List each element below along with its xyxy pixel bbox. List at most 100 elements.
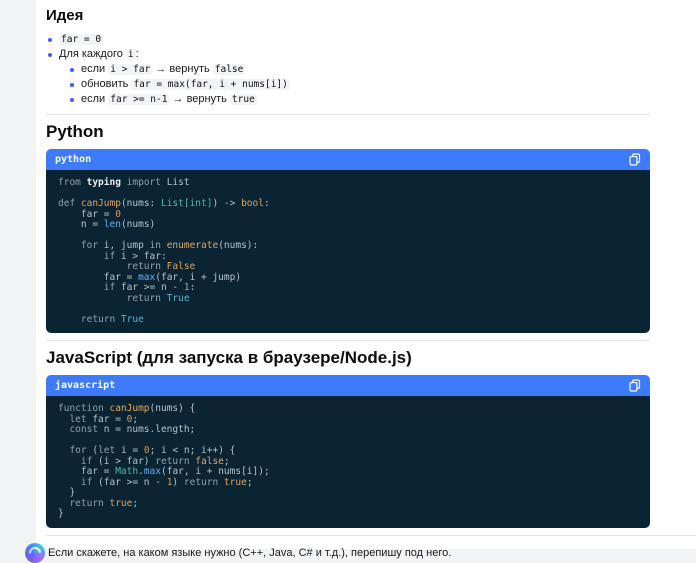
code-token: far >= n -	[121, 282, 184, 293]
code-token: for	[58, 240, 104, 251]
code-token: if	[58, 282, 121, 293]
code-line: return True	[58, 294, 638, 305]
code-token: function	[58, 403, 109, 414]
code-token: typing	[87, 177, 121, 188]
code-language-label: python	[55, 154, 91, 165]
divider	[46, 114, 650, 115]
code-line: n = len(nums)	[58, 220, 638, 231]
copy-icon[interactable]	[629, 379, 641, 392]
code-token: )	[172, 477, 183, 488]
chat-page: Идея far = 0Для каждого i:если i > far →…	[0, 0, 696, 549]
copy-icon-glyph	[629, 153, 641, 166]
code-token: (far, i + jump)	[155, 272, 241, 283]
javascript-heading: JavaScript (для запуска в браузере/Node.…	[46, 348, 650, 368]
code-token: False	[167, 261, 196, 272]
idea-heading: Идея	[46, 7, 650, 24]
code-token: (nums)	[121, 219, 155, 230]
code-token: return	[58, 261, 167, 272]
bullet-text: → вернуть	[169, 93, 229, 105]
code-token: in	[150, 240, 167, 251]
code-token: import	[121, 177, 167, 188]
code-token: let	[98, 445, 121, 456]
code-line: }	[58, 488, 638, 499]
idea-bullet: если far >= n-1 → вернуть true	[68, 92, 650, 107]
bullet-text: Для каждого	[59, 48, 126, 60]
code-token: if	[58, 456, 98, 467]
inline-code: far = 0	[59, 34, 103, 45]
code-token: (nums:	[121, 198, 161, 209]
code-line: }	[58, 509, 638, 520]
python-code: from typing import List def canJump(nums…	[46, 170, 650, 333]
bullet-text: :	[136, 48, 139, 60]
code-token: (nums):	[218, 240, 258, 251]
code-line: const n = nums.length;	[58, 425, 638, 436]
inline-code: false	[213, 64, 246, 75]
code-token: if	[58, 251, 121, 262]
code-token: i, jump	[104, 240, 150, 251]
code-token: let	[58, 414, 92, 425]
code-token: ;	[247, 477, 253, 488]
code-token: return	[58, 498, 109, 509]
assistant-avatar-icon	[25, 543, 45, 563]
code-line: if (far >= n - 1) return true;	[58, 478, 638, 489]
left-gutter	[0, 0, 36, 549]
code-token: def	[58, 198, 81, 209]
code-token: canJump	[109, 403, 149, 414]
code-token: n = nums.length;	[104, 424, 196, 435]
copy-icon[interactable]	[629, 153, 641, 166]
inline-code: far = max(far, i + nums[i])	[131, 79, 289, 90]
code-token: true	[109, 498, 132, 509]
code-token: max	[138, 272, 155, 283]
code-token: ; i < n; i++) {	[150, 445, 236, 456]
code-token: from	[58, 177, 87, 188]
code-token: canJump	[81, 198, 121, 209]
code-token: enumerate	[167, 240, 218, 251]
code-token: return	[155, 456, 195, 467]
code-token: List	[167, 177, 190, 188]
code-token: :	[190, 282, 196, 293]
code-token: return	[184, 477, 224, 488]
code-token: (i > far)	[98, 456, 155, 467]
python-code-header: python	[46, 149, 650, 170]
code-token: const	[58, 424, 104, 435]
code-token: len	[104, 219, 121, 230]
code-token: Math	[115, 466, 138, 477]
idea-bullet: Для каждого i:	[46, 47, 650, 62]
javascript-code: function canJump(nums) { let far = 0; co…	[46, 396, 650, 528]
code-token: return	[58, 314, 121, 325]
idea-list: far = 0Для каждого i:если i > far → верн…	[46, 32, 650, 107]
code-token: 0	[115, 209, 121, 220]
python-heading: Python	[46, 122, 650, 142]
assistant-message: Идея far = 0Для каждого i:если i > far →…	[36, 0, 696, 549]
bullet-text: если	[81, 63, 108, 75]
code-line: def canJump(nums: List[int]) -> bool:	[58, 199, 638, 210]
code-token: max	[144, 466, 161, 477]
idea-bullet: если i > far → вернуть false	[68, 62, 650, 77]
code-token: far =	[58, 466, 115, 477]
code-line	[58, 304, 638, 315]
code-token: false	[195, 456, 224, 467]
code-token: ;	[224, 456, 230, 467]
inline-code: true	[230, 94, 257, 105]
code-language-label: javascript	[55, 380, 115, 391]
code-token: :	[264, 198, 270, 209]
code-token: True	[167, 293, 190, 304]
code-token: far =	[92, 414, 126, 425]
code-token: n =	[58, 219, 104, 230]
code-token: i =	[121, 445, 144, 456]
code-line: from typing import List	[58, 178, 638, 189]
code-token: (far, i + nums[i]);	[161, 466, 270, 477]
code-token: far =	[58, 209, 115, 220]
code-token: true	[224, 477, 247, 488]
code-token: if	[58, 477, 98, 488]
inline-code: i > far	[108, 64, 152, 75]
code-token: i > far:	[121, 251, 167, 262]
code-token: ;	[132, 498, 138, 509]
code-token: True	[121, 314, 144, 325]
code-token: return	[58, 293, 167, 304]
code-token: }	[58, 508, 64, 519]
bullet-text: если	[81, 93, 108, 105]
footer-note: Если скажете, на каком языке нужно (C++,…	[48, 546, 451, 560]
javascript-code-header: javascript	[46, 375, 650, 396]
code-token: ) ->	[212, 198, 241, 209]
